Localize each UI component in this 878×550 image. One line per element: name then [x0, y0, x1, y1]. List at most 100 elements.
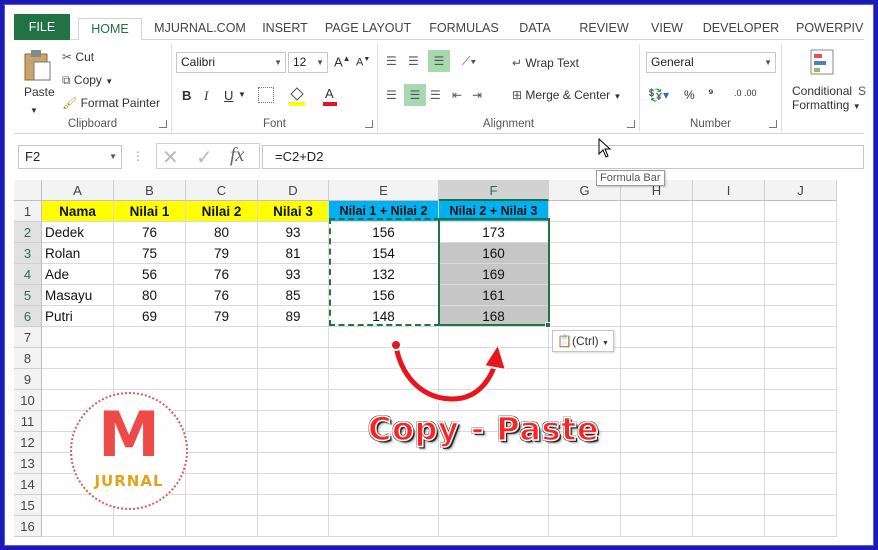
empty-cell[interactable]	[114, 516, 186, 537]
clipboard-launcher-icon[interactable]	[159, 120, 167, 128]
row-header-9[interactable]: 9	[14, 369, 42, 390]
empty-cell[interactable]	[549, 390, 621, 411]
comma-button[interactable]: ⁹	[708, 86, 714, 100]
tab-review[interactable]: REVIEW	[576, 18, 632, 40]
empty-cell[interactable]	[258, 474, 329, 495]
empty-cell[interactable]	[765, 348, 837, 369]
paste-button[interactable]	[22, 48, 52, 82]
tab-powerpivot[interactable]: POWERPIVOT	[796, 18, 864, 40]
table-cell[interactable]: 69	[114, 306, 186, 327]
alignment-launcher-icon[interactable]	[627, 120, 635, 128]
empty-cell[interactable]	[693, 264, 765, 285]
bottom-align-icon[interactable]: ☰	[428, 50, 450, 72]
empty-cell[interactable]	[621, 306, 693, 327]
percent-button[interactable]: %	[684, 88, 695, 102]
grow-font-button[interactable]: A▲	[334, 54, 351, 69]
empty-cell[interactable]	[693, 453, 765, 474]
empty-cell[interactable]	[765, 243, 837, 264]
tab-mjurnal[interactable]: MJURNAL.COM	[150, 18, 250, 40]
table-cell[interactable]: 80	[186, 222, 258, 243]
align-left-icon[interactable]: ☰	[386, 88, 397, 102]
column-header-d[interactable]: D	[258, 180, 329, 201]
borders-button[interactable]	[258, 87, 274, 103]
paste-label[interactable]: Paste	[24, 85, 55, 99]
empty-cell[interactable]	[258, 411, 329, 432]
empty-cell[interactable]	[549, 222, 621, 243]
table-cell[interactable]: Putri	[42, 306, 114, 327]
row-header-6[interactable]: 6	[14, 306, 42, 327]
table-cell[interactable]: Masayu	[42, 285, 114, 306]
shrink-font-button[interactable]: A▼	[356, 56, 370, 69]
empty-cell[interactable]	[765, 495, 837, 516]
table-cell[interactable]: 76	[186, 285, 258, 306]
empty-cell[interactable]	[258, 327, 329, 348]
empty-cell[interactable]	[258, 348, 329, 369]
empty-cell[interactable]	[621, 495, 693, 516]
empty-cell[interactable]	[42, 327, 114, 348]
table-cell[interactable]: 81	[258, 243, 329, 264]
empty-cell[interactable]	[186, 453, 258, 474]
decrease-indent-icon[interactable]: ⇤	[452, 88, 462, 102]
fill-handle[interactable]	[545, 322, 551, 328]
empty-cell[interactable]	[693, 285, 765, 306]
empty-cell[interactable]	[258, 495, 329, 516]
empty-cell[interactable]	[693, 201, 765, 222]
empty-cell[interactable]	[765, 201, 837, 222]
empty-cell[interactable]	[621, 348, 693, 369]
empty-cell[interactable]	[621, 264, 693, 285]
copy-button[interactable]: ⧉ Copy ▼	[62, 73, 113, 88]
table-cell[interactable]: 75	[114, 243, 186, 264]
empty-cell[interactable]	[186, 432, 258, 453]
underline-dropdown-icon[interactable]: ▼	[238, 90, 246, 99]
cancel-icon[interactable]: ✕	[162, 145, 179, 170]
empty-cell[interactable]	[42, 516, 114, 537]
align-center-icon[interactable]: ☰	[404, 84, 426, 106]
column-header-b[interactable]: B	[114, 180, 186, 201]
table-cell[interactable]: 79	[186, 306, 258, 327]
row-header-16[interactable]: 16	[14, 516, 42, 537]
empty-cell[interactable]	[693, 411, 765, 432]
orientation-icon[interactable]: ⟋▾	[462, 54, 476, 69]
empty-cell[interactable]	[439, 453, 549, 474]
empty-cell[interactable]	[549, 453, 621, 474]
empty-cell[interactable]	[549, 285, 621, 306]
empty-cell[interactable]	[621, 327, 693, 348]
paste-dropdown-icon[interactable]: ▼	[30, 106, 38, 115]
empty-cell[interactable]	[549, 243, 621, 264]
empty-cell[interactable]	[621, 432, 693, 453]
empty-cell[interactable]	[114, 348, 186, 369]
tab-page-layout[interactable]: PAGE LAYOUT	[320, 18, 416, 40]
cut-button[interactable]: ✂ Cut	[62, 50, 94, 64]
empty-cell[interactable]	[258, 432, 329, 453]
empty-cell[interactable]	[186, 411, 258, 432]
empty-cell[interactable]	[549, 495, 621, 516]
empty-cell[interactable]	[329, 474, 439, 495]
empty-cell[interactable]	[186, 516, 258, 537]
number-format-select[interactable]: General ▼	[646, 52, 776, 73]
formula-input[interactable]: =C2+D2	[262, 145, 864, 169]
table-cell[interactable]: 76	[114, 222, 186, 243]
merge-center-button[interactable]: ⊞ Merge & Center ▼	[512, 88, 621, 102]
currency-icon[interactable]: 💱▾	[648, 88, 669, 102]
column-header-e[interactable]: E	[329, 180, 439, 201]
italic-button[interactable]: I	[204, 88, 208, 104]
empty-cell[interactable]	[258, 390, 329, 411]
empty-cell[interactable]	[765, 432, 837, 453]
insert-function-button[interactable]: fx	[230, 144, 244, 167]
empty-cell[interactable]	[549, 516, 621, 537]
empty-cell[interactable]	[765, 264, 837, 285]
middle-align-icon[interactable]: ☰	[408, 54, 419, 68]
column-header-j[interactable]: J	[765, 180, 837, 201]
tab-formulas[interactable]: FORMULAS	[426, 18, 502, 40]
row-header-10[interactable]: 10	[14, 390, 42, 411]
fill-color-button[interactable]	[288, 86, 306, 109]
row-header-2[interactable]: 2	[14, 222, 42, 243]
decimal-buttons[interactable]: .0 .00	[734, 88, 757, 98]
table-cell[interactable]: Ade	[42, 264, 114, 285]
top-align-icon[interactable]: ☰	[386, 54, 397, 68]
empty-cell[interactable]	[186, 390, 258, 411]
empty-cell[interactable]	[549, 306, 621, 327]
table-cell[interactable]: 85	[258, 285, 329, 306]
empty-cell[interactable]	[621, 390, 693, 411]
empty-cell[interactable]	[258, 453, 329, 474]
